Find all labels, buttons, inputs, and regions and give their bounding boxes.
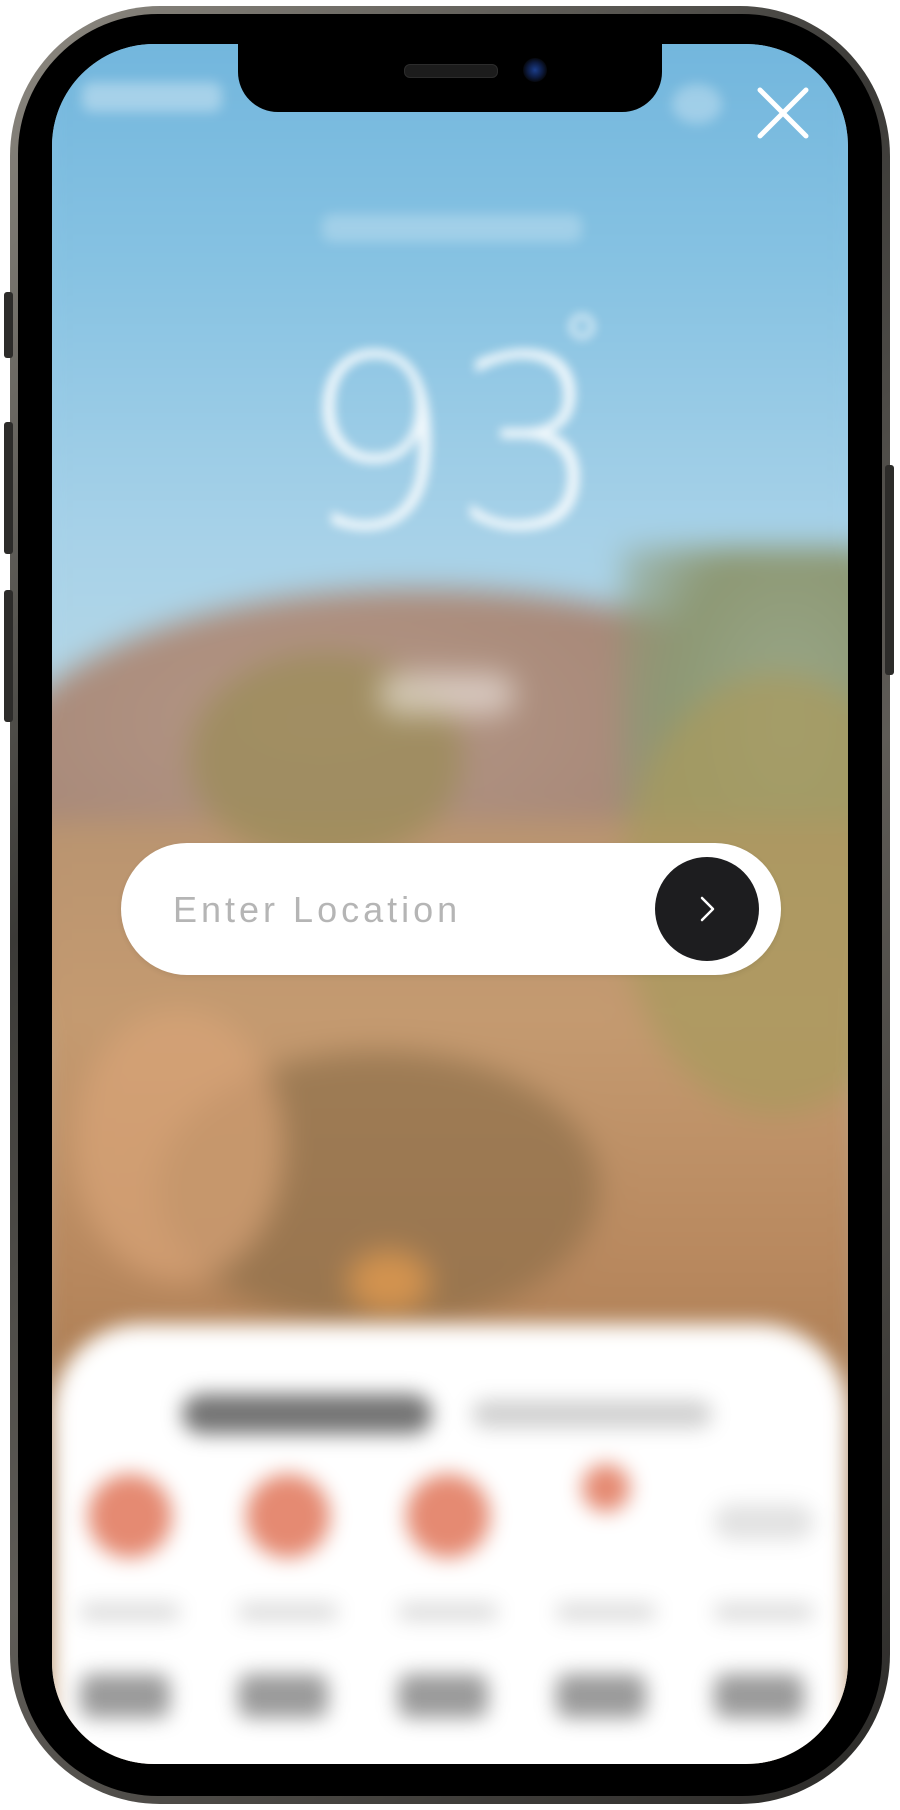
submit-location-button[interactable] <box>655 857 759 961</box>
forecast-temp-blurred <box>398 1674 488 1718</box>
forecast-item <box>704 1474 824 1764</box>
chevron-right-icon <box>700 896 715 922</box>
tab-active-blurred <box>182 1394 432 1434</box>
power-button <box>885 465 894 675</box>
tab-inactive-blurred <box>472 1400 712 1428</box>
forecast-sheet-blurred <box>52 1324 848 1764</box>
sun-icon <box>246 1474 330 1558</box>
bush <box>347 1250 432 1314</box>
notch <box>238 44 662 112</box>
forecast-item <box>70 1474 190 1764</box>
volume-down-button <box>4 590 13 722</box>
forecast-time-blurred <box>714 1604 814 1620</box>
forecast-temp-blurred <box>238 1674 328 1718</box>
cloud-icon <box>714 1504 814 1540</box>
volume-up-button <box>4 422 13 554</box>
hillside-sign <box>378 673 516 715</box>
degree-symbol: ° <box>564 297 600 397</box>
close-icon <box>757 87 809 139</box>
forecast-temp-blurred <box>714 1674 804 1718</box>
front-camera <box>523 58 547 82</box>
close-button[interactable] <box>752 82 814 144</box>
sun-icon <box>88 1474 172 1558</box>
sunset-icon <box>582 1464 630 1512</box>
forecast-time-blurred <box>398 1604 498 1620</box>
forecast-time-blurred <box>556 1604 656 1620</box>
forecast-item <box>228 1474 348 1764</box>
sun-icon <box>406 1474 490 1558</box>
forecast-time-blurred <box>238 1604 338 1620</box>
location-input[interactable] <box>171 877 615 943</box>
screen: 93 ° <box>52 44 848 1764</box>
forecast-time-blurred <box>80 1604 180 1620</box>
forecast-temp-blurred <box>556 1674 646 1718</box>
forecast-tabs <box>182 1394 742 1434</box>
silent-switch <box>4 292 13 358</box>
earpiece-speaker <box>404 64 498 78</box>
forecast-item <box>388 1474 508 1764</box>
forecast-temp-blurred <box>80 1674 170 1718</box>
bush <box>74 1009 285 1282</box>
forecast-item <box>546 1464 666 1764</box>
page: 93 ° <box>0 0 900 1810</box>
location-search-bar <box>121 843 781 975</box>
